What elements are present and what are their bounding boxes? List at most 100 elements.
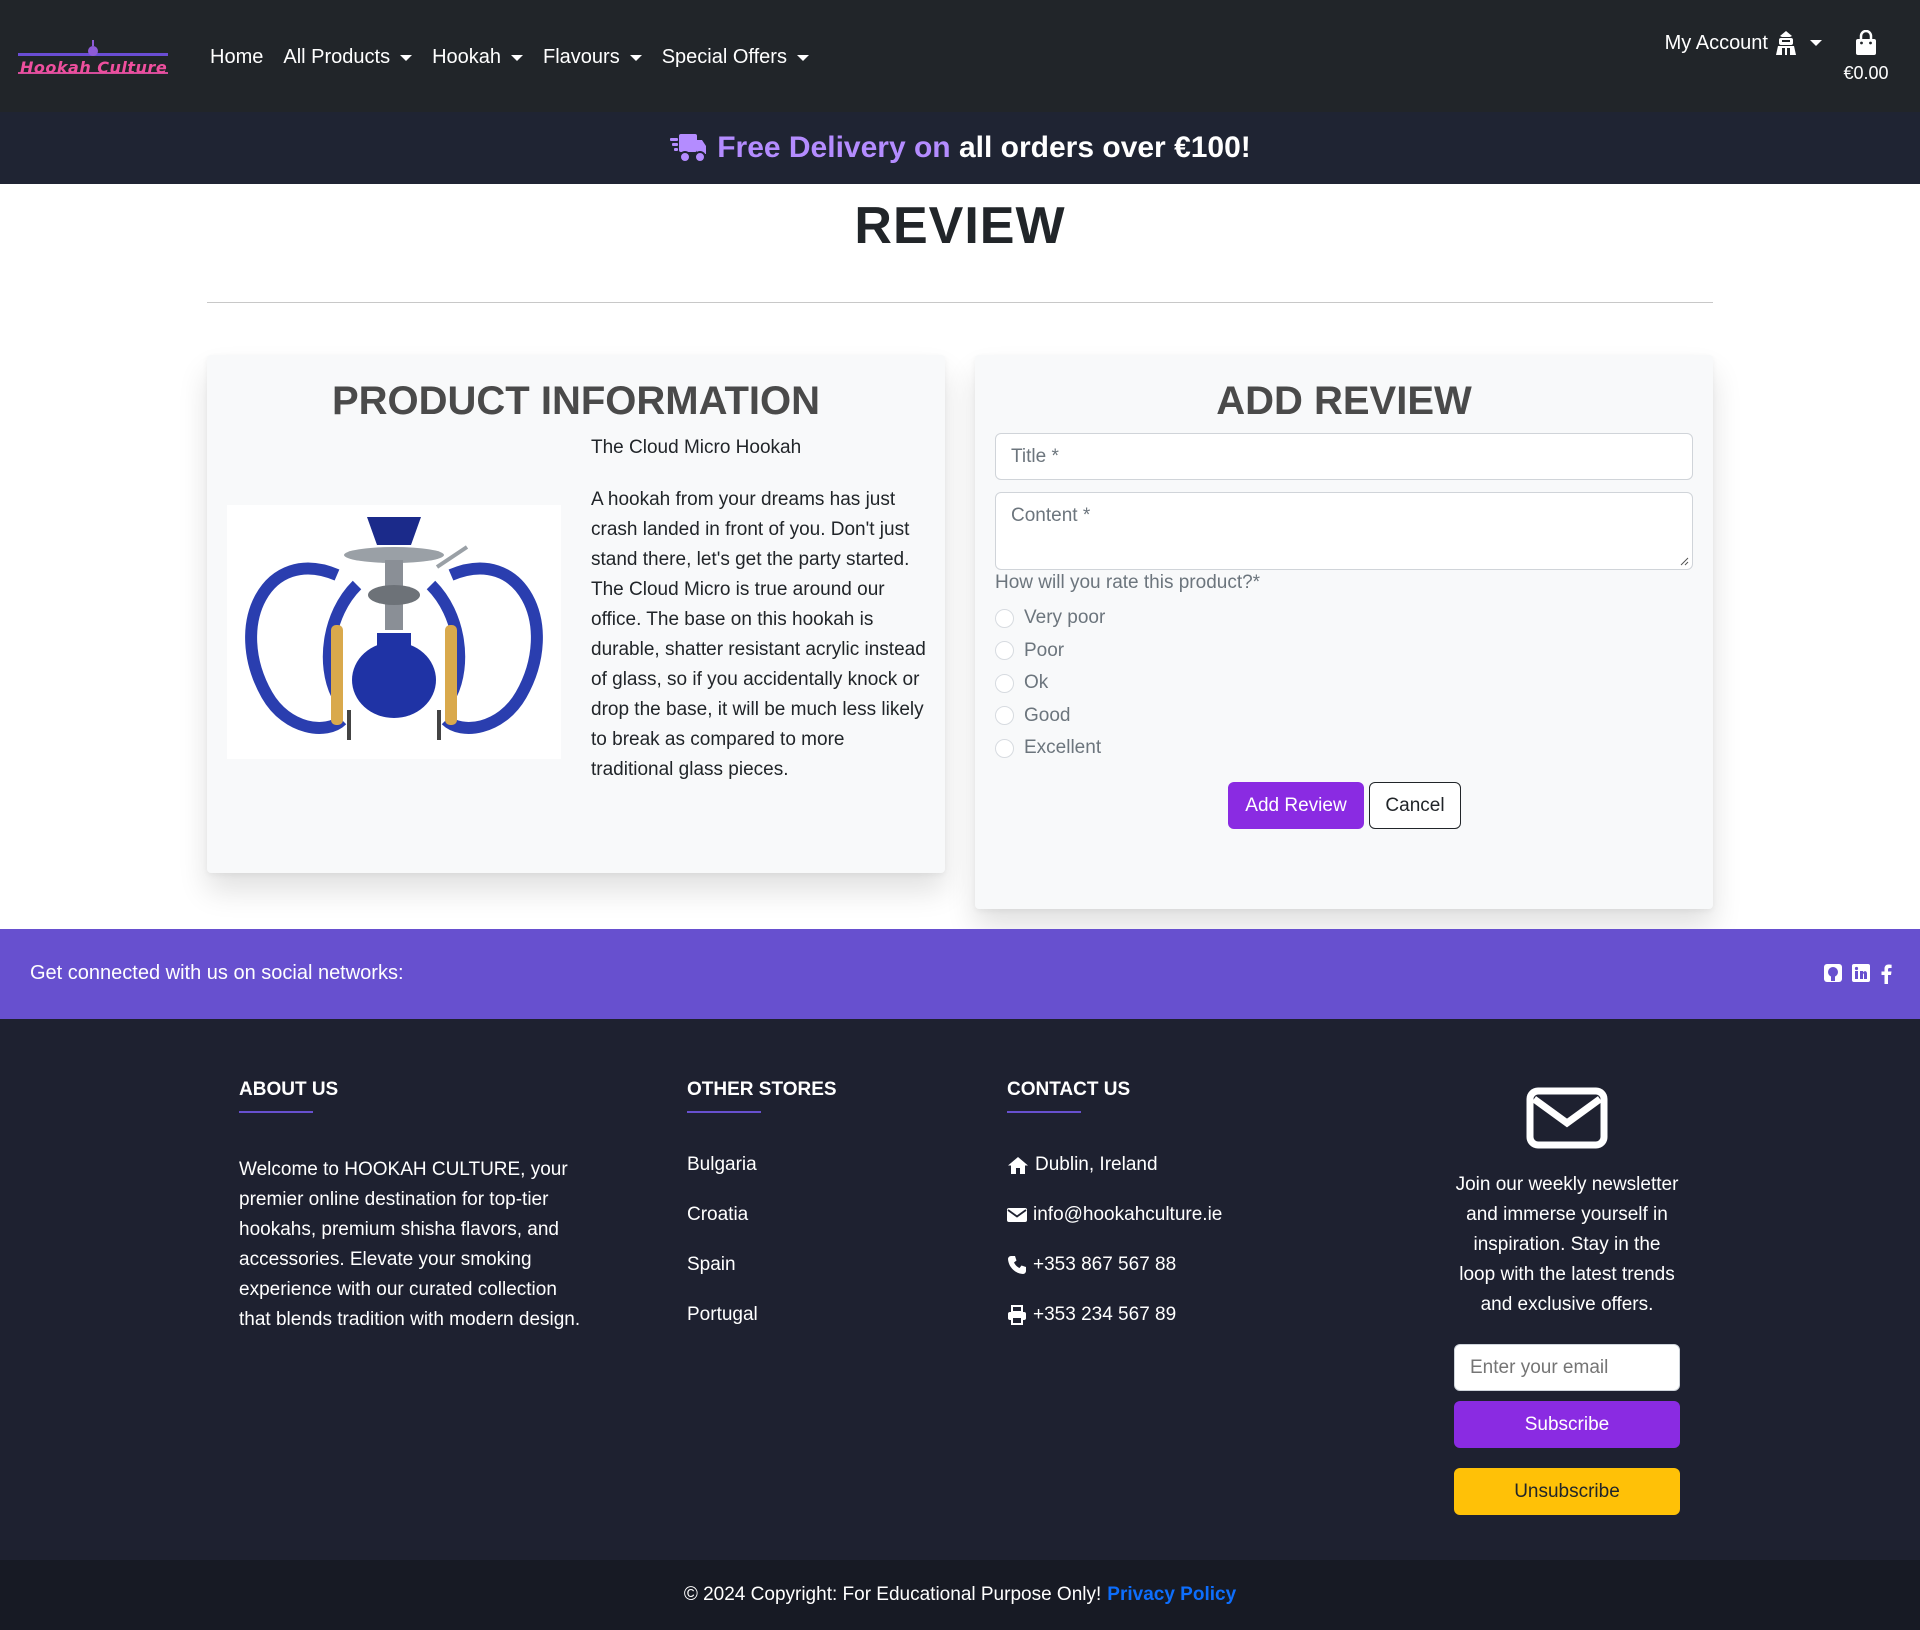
footer-other-stores: OTHER STORES Bulgaria Croatia Spain Port… bbox=[687, 1079, 837, 1355]
product-info-heading: PRODUCT INFORMATION bbox=[331, 379, 821, 423]
caret-down-icon bbox=[629, 54, 642, 61]
title-divider bbox=[207, 302, 1713, 303]
facebook-icon[interactable] bbox=[1880, 964, 1892, 984]
envelope-icon bbox=[1007, 1208, 1027, 1222]
contact-address: Dublin, Ireland bbox=[1007, 1154, 1222, 1175]
review-title-input[interactable]: Title * bbox=[995, 433, 1693, 480]
nav-special-offers-label: Special Offers bbox=[661, 46, 787, 68]
nav-home-label: Home bbox=[210, 46, 264, 68]
nav-all-products[interactable]: All Products bbox=[273, 46, 422, 69]
unsubscribe-button[interactable]: Unsubscribe bbox=[1454, 1468, 1680, 1515]
contact-phone-text: +353 867 567 88 bbox=[1033, 1254, 1177, 1275]
user-ninja-icon bbox=[1776, 31, 1796, 55]
hookah-logo-icon bbox=[88, 40, 98, 56]
linkedin-icon[interactable] bbox=[1852, 964, 1870, 982]
add-review-button[interactable]: Add Review bbox=[1228, 782, 1364, 829]
nav-hookah-label: Hookah bbox=[432, 46, 502, 68]
nav-home[interactable]: Home bbox=[200, 46, 273, 69]
github-icon[interactable] bbox=[1824, 964, 1842, 982]
nav-flavours[interactable]: Flavours bbox=[533, 46, 652, 69]
rating-option-poor[interactable]: Poor bbox=[995, 635, 1105, 668]
radio-button[interactable] bbox=[995, 673, 1014, 693]
copyright-text: © 2024 Copyright: For Educational Purpos… bbox=[683, 1584, 1102, 1605]
contact-fax-text: +353 234 567 89 bbox=[1033, 1304, 1177, 1325]
caret-down-icon bbox=[400, 54, 413, 61]
contact-address-text: Dublin, Ireland bbox=[1035, 1154, 1158, 1175]
heading-underline bbox=[239, 1111, 313, 1113]
contact-phone[interactable]: +353 867 567 88 bbox=[1007, 1254, 1222, 1275]
stores-heading: OTHER STORES bbox=[687, 1079, 837, 1100]
add-review-heading: ADD REVIEW bbox=[1216, 379, 1472, 423]
about-heading: ABOUT US bbox=[239, 1079, 339, 1100]
rating-label: How will you rate this product?* bbox=[995, 572, 1261, 593]
home-icon bbox=[1008, 1156, 1028, 1174]
newsletter-email-input[interactable] bbox=[1454, 1344, 1680, 1391]
cancel-button[interactable]: Cancel bbox=[1369, 782, 1461, 829]
nav-special-offers[interactable]: Special Offers bbox=[652, 46, 819, 69]
store-list: Bulgaria Croatia Spain Portugal bbox=[687, 1155, 837, 1325]
radio-button[interactable] bbox=[995, 641, 1014, 661]
product-name: The Cloud Micro Hookah bbox=[591, 437, 802, 458]
logo-text: Hookah Culture bbox=[20, 58, 168, 77]
heading-underline bbox=[1007, 1111, 1081, 1113]
radio-button[interactable] bbox=[995, 608, 1014, 628]
contact-email-text: info@hookahculture.ie bbox=[1033, 1204, 1223, 1225]
caret-down-icon bbox=[796, 54, 809, 61]
about-text: Welcome to HOOKAH CULTURE, your premier … bbox=[239, 1159, 581, 1330]
social-bar: Get connected with us on social networks… bbox=[0, 929, 1920, 1019]
rating-option-label: Good bbox=[1024, 704, 1071, 726]
product-description: A hookah from your dreams has just crash… bbox=[591, 489, 926, 780]
delivery-truck-icon bbox=[670, 134, 707, 163]
nav-hookah[interactable]: Hookah bbox=[422, 46, 533, 69]
store-link-croatia[interactable]: Croatia bbox=[687, 1205, 837, 1225]
store-link-bulgaria[interactable]: Bulgaria bbox=[687, 1155, 837, 1175]
my-account-label: My Account bbox=[1664, 31, 1768, 54]
radio-button[interactable] bbox=[995, 738, 1014, 758]
social-text: Get connected with us on social networks… bbox=[30, 962, 404, 984]
add-review-card: ADD REVIEW Title * Content * How will yo… bbox=[975, 355, 1713, 909]
privacy-policy-link[interactable]: Privacy Policy bbox=[1107, 1584, 1236, 1606]
footer-contact: CONTACT US Dublin, Ireland info@hookahcu… bbox=[1007, 1079, 1222, 1355]
rating-options: Very poor Poor Ok Good Excellent bbox=[995, 602, 1105, 765]
shopping-cart[interactable]: €0.00 bbox=[1838, 29, 1894, 84]
footer-about: ABOUT US Welcome to HOOKAH CULTURE, your… bbox=[239, 1079, 589, 1335]
banner-highlight: Free Delivery on bbox=[717, 131, 951, 164]
top-navbar: Hookah Culture Home All Products Hookah … bbox=[0, 0, 1920, 112]
contact-heading: CONTACT US bbox=[1007, 1079, 1131, 1100]
rating-option-label: Ok bbox=[1024, 672, 1049, 694]
rating-option-ok[interactable]: Ok bbox=[995, 667, 1105, 700]
store-link-spain[interactable]: Spain bbox=[687, 1255, 837, 1275]
my-account-dropdown[interactable]: My Account bbox=[1665, 30, 1822, 56]
resize-handle-icon[interactable] bbox=[1679, 556, 1689, 566]
copyright-bar: © 2024 Copyright: For Educational Purpos… bbox=[0, 1560, 1920, 1630]
envelope-icon bbox=[1526, 1087, 1608, 1149]
rating-option-label: Excellent bbox=[1024, 737, 1102, 759]
free-delivery-banner: Free Delivery on all orders over €100! bbox=[0, 112, 1920, 184]
contact-list: Dublin, Ireland info@hookahculture.ie +3… bbox=[1007, 1154, 1223, 1325]
product-image bbox=[227, 505, 561, 759]
cart-total: €0.00 bbox=[1843, 63, 1889, 83]
shopping-bag-icon bbox=[1856, 29, 1876, 55]
review-content-textarea[interactable]: Content * bbox=[995, 492, 1693, 570]
rating-option-label: Poor bbox=[1024, 639, 1065, 661]
hookah-product-image bbox=[227, 505, 561, 759]
caret-down-icon bbox=[1810, 40, 1822, 46]
rating-option-excellent[interactable]: Excellent bbox=[995, 732, 1105, 765]
contact-email[interactable]: info@hookahculture.ie bbox=[1007, 1204, 1223, 1225]
brand-logo[interactable]: Hookah Culture bbox=[18, 40, 172, 80]
contact-fax: +353 234 567 89 bbox=[1007, 1304, 1222, 1325]
caret-down-icon bbox=[511, 54, 524, 61]
nav-all-products-label: All Products bbox=[283, 46, 391, 68]
product-information-card: PRODUCT INFORMATION The Cloud Micro Hook… bbox=[207, 355, 945, 873]
phone-icon bbox=[1008, 1256, 1026, 1274]
page-title: REVIEW bbox=[854, 197, 1066, 255]
radio-button[interactable] bbox=[995, 706, 1014, 726]
nav-flavours-label: Flavours bbox=[543, 46, 620, 68]
rating-option-good[interactable]: Good bbox=[995, 700, 1105, 733]
print-icon bbox=[1008, 1305, 1026, 1325]
rating-option-very-poor[interactable]: Very poor bbox=[995, 602, 1105, 635]
store-link-portugal[interactable]: Portugal bbox=[687, 1305, 837, 1325]
newsletter: Join our weekly newsletter and immerse y… bbox=[1454, 1087, 1680, 1515]
main-nav: Home All Products Hookah Flavours Specia… bbox=[200, 46, 819, 69]
subscribe-button[interactable]: Subscribe bbox=[1454, 1401, 1680, 1448]
